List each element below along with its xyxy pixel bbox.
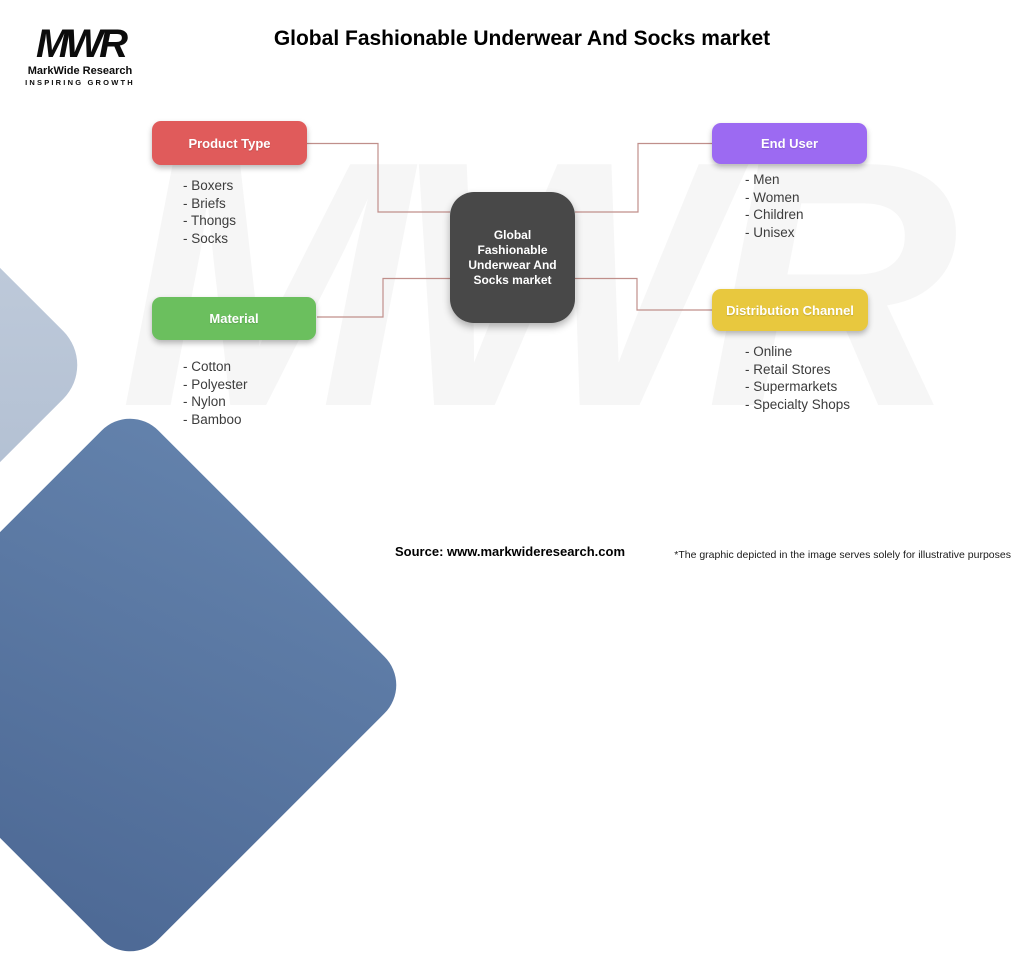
list-item: - Children: [745, 207, 804, 222]
list-item: - Online: [745, 344, 793, 359]
node-distribution-channel-label: Distribution Channel: [726, 302, 854, 318]
list-item: - Men: [745, 172, 780, 187]
node-distribution-channel: Distribution Channel: [712, 289, 868, 331]
connector-end-user: [575, 142, 712, 213]
list-item: - Specialty Shops: [745, 396, 851, 412]
disclaimer-note: *The graphic depicted in the image serve…: [674, 549, 1011, 561]
source-attribution: Source: www.markwideresearch.com: [395, 544, 626, 559]
material-item-list: - Cotton - Polyester - Nylon - Bamboo: [183, 358, 248, 428]
list-item: - Nylon: [183, 394, 226, 409]
connector-product-type: [307, 142, 450, 213]
infographic-canvas: MWR MWR MarkWide Research INSPIRING GROW…: [0, 0, 1024, 968]
list-item: - Boxers: [183, 178, 234, 193]
product-type-item-list: - Boxers - Briefs - Thongs - Socks: [183, 177, 236, 247]
node-end-user: End User: [712, 123, 867, 164]
list-item: - Women: [745, 189, 800, 205]
node-end-user-label: End User: [760, 136, 819, 151]
node-product-type: Product Type: [152, 121, 307, 165]
node-product-type-label: Product Type: [188, 135, 271, 151]
end-user-item-list: - Men - Women - Children - Unisex: [745, 171, 804, 241]
distribution-channel-item-list: - Online - Retail Stores - Supermarkets …: [745, 343, 850, 413]
connector-distribution-channel: [575, 277, 712, 311]
list-item: - Bamboo: [183, 411, 242, 427]
list-item: - Unisex: [745, 224, 795, 240]
list-item: - Retail Stores: [745, 361, 831, 377]
list-item: - Cotton: [183, 359, 232, 374]
center-node-market: Global Fashionable Underwear And Socks m…: [450, 192, 575, 323]
list-item: - Supermarkets: [745, 379, 838, 394]
list-item: - Thongs: [183, 213, 237, 228]
list-item: - Polyester: [183, 376, 248, 392]
center-node-label: Global Fashionable Underwear And Socks m…: [468, 227, 557, 287]
node-material-label: Material: [209, 311, 259, 326]
list-item: - Briefs: [183, 195, 226, 211]
list-item: - Socks: [183, 230, 229, 246]
node-material: Material: [152, 297, 316, 340]
connector-material: [317, 277, 450, 318]
